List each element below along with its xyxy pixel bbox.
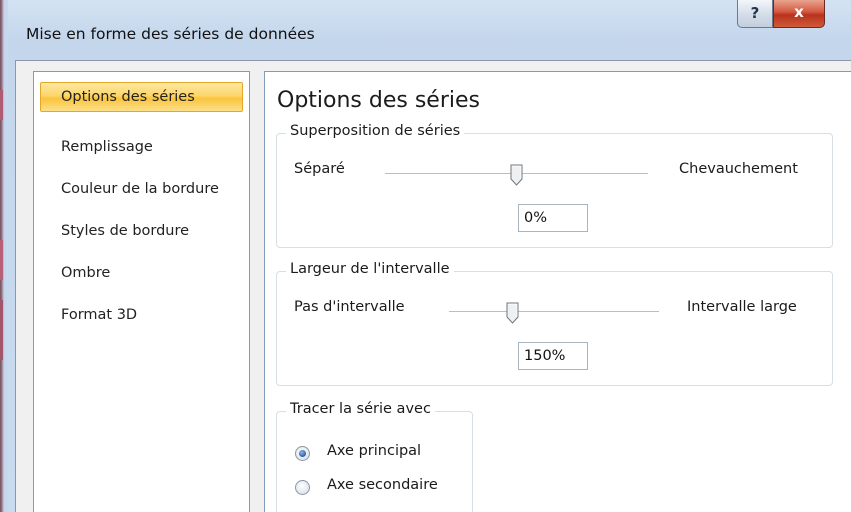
- primary-axis-radio[interactable]: [295, 446, 310, 461]
- sidebar-item-3d-format[interactable]: Format 3D: [40, 300, 243, 330]
- help-button[interactable]: ?: [737, 0, 773, 28]
- gap-width-slider-track[interactable]: [449, 311, 659, 313]
- plot-on-group-legend: Tracer la série avec: [286, 401, 435, 417]
- overlap-right-label: Chevauchement: [679, 161, 798, 177]
- primary-axis-label[interactable]: Axe principal: [327, 443, 421, 459]
- secondary-axis-label[interactable]: Axe secondaire: [327, 477, 438, 493]
- dialog-content: Options des séries Remplissage Couleur d…: [15, 60, 851, 512]
- panel-title: Options des séries: [277, 88, 480, 113]
- gap-width-right-label: Intervalle large: [687, 299, 797, 315]
- sidebar-item-border-color[interactable]: Couleur de la bordure: [40, 174, 243, 204]
- overlap-slider-thumb[interactable]: [510, 164, 523, 186]
- category-list: Options des séries Remplissage Couleur d…: [33, 71, 250, 512]
- series-options-panel: Options des séries Superposition de séri…: [264, 71, 851, 512]
- overlap-left-label: Séparé: [294, 161, 345, 177]
- sidebar-item-border-styles[interactable]: Styles de bordure: [40, 216, 243, 246]
- gap-width-value-input[interactable]: 150%: [518, 342, 588, 370]
- plot-on-group: Tracer la série avec Axe principal Axe s…: [276, 401, 473, 512]
- gap-width-group: Largeur de l'intervalle Pas d'intervalle…: [276, 261, 833, 386]
- sidebar-item-fill[interactable]: Remplissage: [40, 132, 243, 162]
- overlap-value-input[interactable]: 0%: [518, 204, 588, 232]
- format-data-series-dialog: Mise en forme des séries de données ? x …: [0, 0, 851, 512]
- sidebar-item-shadow[interactable]: Ombre: [40, 258, 243, 288]
- sidebar-item-series-options[interactable]: Options des séries: [40, 82, 243, 112]
- close-button[interactable]: x: [773, 0, 825, 28]
- dialog-title: Mise en forme des séries de données: [26, 25, 315, 43]
- secondary-axis-radio[interactable]: [295, 480, 310, 495]
- title-bar: Mise en forme des séries de données ? x: [8, 0, 851, 60]
- gap-width-left-label: Pas d'intervalle: [294, 299, 405, 315]
- gap-width-group-legend: Largeur de l'intervalle: [286, 261, 454, 277]
- overlap-group-legend: Superposition de séries: [286, 123, 465, 139]
- background-window-edge: [0, 0, 8, 512]
- overlap-group: Superposition de séries Séparé Chevauche…: [276, 123, 833, 248]
- gap-width-slider-thumb[interactable]: [506, 302, 519, 324]
